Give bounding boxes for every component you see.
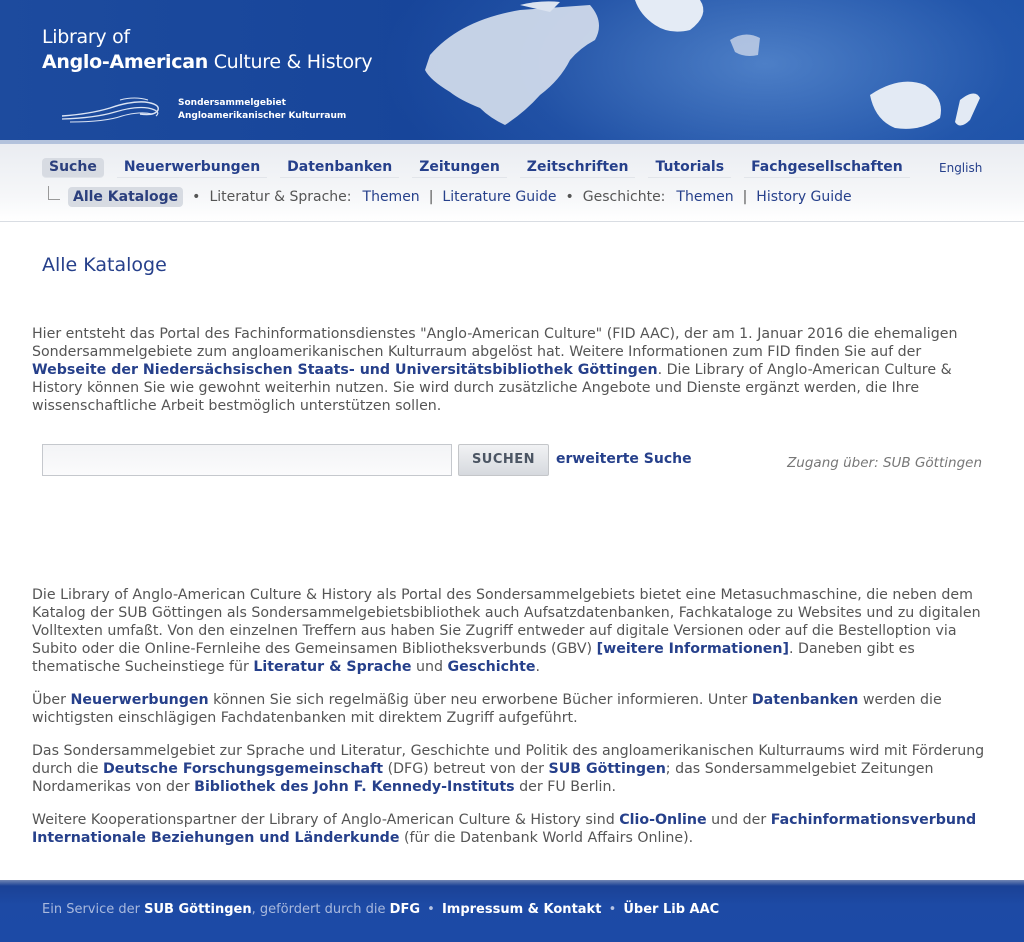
description-paragraph-1: Die Library of Anglo-American Culture & … [32, 586, 992, 676]
advanced-search-link[interactable]: erweiterte Suche [556, 451, 692, 467]
description-paragraph-2: Über Neuerwerbungen können Sie sich rege… [32, 691, 992, 727]
p4-text-c: (für die Datenbank World Affairs Online)… [399, 830, 694, 846]
subnav-history-guide-link[interactable]: History Guide [756, 189, 851, 205]
neuerwerbungen-link[interactable]: Neuerwerbungen [70, 692, 208, 708]
footer-text: Ein Service der SUB Göttingen, gefördert… [42, 902, 719, 917]
footer-about-link[interactable]: Über Lib AAC [623, 902, 719, 917]
description-paragraph-4: Weitere Kooperationspartner der Library … [32, 811, 992, 847]
site-header: Library of Anglo-American Culture & Hist… [0, 0, 1024, 140]
main-navigation: Suche Neuerwerbungen Datenbanken Zeitung… [0, 140, 1024, 222]
nav-item-zeitungen[interactable]: Zeitungen [412, 158, 507, 178]
sub-website-link[interactable]: Webseite der Niedersächsischen Staats- u… [32, 362, 658, 378]
subnav-literatur-label: Literatur & Sprache: [209, 189, 352, 205]
p1-text-und: und [411, 659, 448, 675]
p4-text-b: und der [706, 812, 771, 828]
site-footer: Ein Service der SUB Göttingen, gefördert… [0, 880, 1024, 942]
footer-sub-link[interactable]: SUB Göttingen [144, 902, 251, 917]
p1-text-end: . [535, 659, 540, 675]
logo-subtitle-1: Sondersammelgebiet [178, 98, 286, 108]
logo-subtitle-2: Angloamerikanischer Kulturraum [178, 111, 347, 121]
footer-shade [0, 880, 1024, 886]
nav-item-fachgesellschaften[interactable]: Fachgesellschaften [744, 158, 910, 178]
language-switch-link[interactable]: English [939, 161, 982, 175]
clio-online-link[interactable]: Clio-Online [619, 812, 706, 828]
subnav-elbow-connector [48, 186, 60, 200]
intro-text-1: Hier entsteht das Portal des Fachinforma… [32, 326, 958, 360]
nav-item-tutorials[interactable]: Tutorials [648, 158, 732, 178]
p3-text-d: der FU Berlin. [514, 779, 616, 795]
nav-item-zeitschriften[interactable]: Zeitschriften [519, 158, 636, 178]
intro-paragraph: Hier entsteht das Portal des Fachinforma… [32, 325, 992, 415]
logo-wave-icon [61, 97, 159, 123]
footer-bullet: • [427, 902, 435, 917]
nav-top-line [0, 140, 1024, 144]
subnav-pipe: | [742, 189, 748, 205]
access-info: Zugang über: SUB Göttingen [787, 455, 982, 471]
footer-text-b: , gefördert durch die [251, 902, 390, 917]
more-info-link[interactable]: [weitere Informationen] [597, 641, 789, 657]
logo-title-line1: Library of [42, 26, 130, 48]
p2-text-a: Über [32, 692, 71, 708]
logo-title-bold: Anglo-American [42, 51, 208, 73]
subnav-literature-guide-link[interactable]: Literature Guide [442, 189, 556, 205]
nav-item-datenbanken[interactable]: Datenbanken [280, 158, 400, 178]
subnav-pipe: | [428, 189, 434, 205]
logo-title-line2: Anglo-American Culture & History [42, 51, 373, 73]
subnav-alle-kataloge[interactable]: Alle Kataloge [68, 187, 184, 207]
footer-dfg-link[interactable]: DFG [390, 902, 420, 917]
footer-text-a: Ein Service der [42, 902, 145, 917]
subnav-bullet: • [192, 189, 201, 205]
world-map-graphic [425, 0, 980, 129]
subnav-hist-themen-link[interactable]: Themen [676, 189, 733, 205]
nav-menu: Suche Neuerwerbungen Datenbanken Zeitung… [42, 158, 923, 178]
subnav-geschichte-label: Geschichte: [582, 189, 666, 205]
search-input[interactable] [42, 444, 452, 476]
footer-impressum-link[interactable]: Impressum & Kontakt [442, 902, 601, 917]
p2-text-b: können Sie sich regelmäßig über neu erwo… [208, 692, 752, 708]
jfk-institut-link[interactable]: Bibliothek des John F. Kennedy-Instituts [194, 779, 515, 795]
description-paragraph-3: Das Sondersammelgebiet zur Sprache und L… [32, 742, 992, 796]
p3-text-b: (DFG) betreut von der [383, 761, 549, 777]
page-title: Alle Kataloge [42, 254, 167, 276]
search-button[interactable]: SUCHEN [458, 444, 549, 476]
p4-text-a: Weitere Kooperationspartner der Library … [32, 812, 620, 828]
literatur-sprache-link[interactable]: Literatur & Sprache [253, 659, 411, 675]
dfg-link[interactable]: Deutsche Forschungsgemeinschaft [103, 761, 383, 777]
datenbanken-link[interactable]: Datenbanken [752, 692, 858, 708]
nav-item-neuerwerbungen[interactable]: Neuerwerbungen [116, 158, 268, 178]
footer-bullet: • [608, 902, 617, 917]
sub-goettingen-link[interactable]: SUB Göttingen [549, 761, 666, 777]
logo-title-rest: Culture & History [207, 51, 373, 73]
sub-navigation: Alle Kataloge • Literatur & Sprache: The… [42, 185, 852, 209]
geschichte-link[interactable]: Geschichte [447, 659, 535, 675]
nav-item-suche[interactable]: Suche [42, 158, 104, 178]
subnav-lit-themen-link[interactable]: Themen [363, 189, 420, 205]
subnav-bullet: • [565, 189, 574, 205]
